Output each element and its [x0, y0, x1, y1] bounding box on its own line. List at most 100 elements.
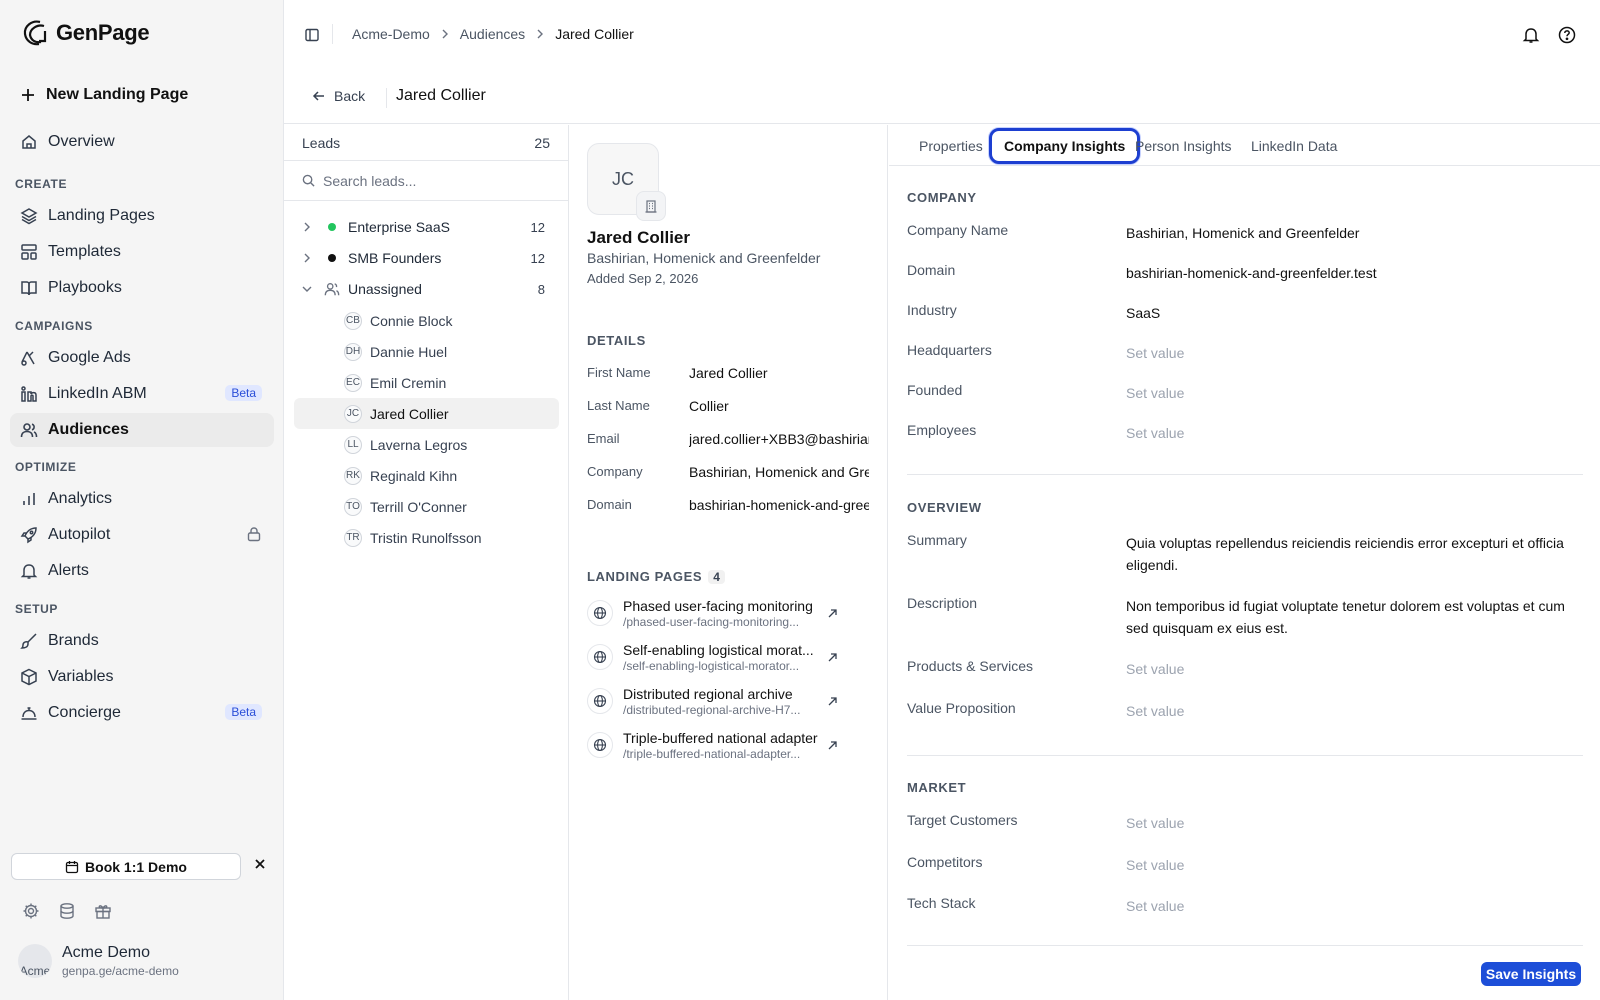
insight-value[interactable]: Set value: [1126, 422, 1576, 444]
detail-value[interactable]: Bashirian, Homenick and Greenfelder: [689, 464, 869, 480]
nav-autopilot[interactable]: Autopilot: [10, 518, 274, 552]
insight-value[interactable]: Set value: [1126, 812, 1576, 834]
insight-key: Domain: [907, 262, 956, 278]
nav-brands[interactable]: Brands: [10, 624, 274, 658]
status-dot: [328, 223, 336, 231]
external-link-icon[interactable]: [827, 740, 838, 751]
close-icon[interactable]: [254, 858, 266, 870]
help-icon[interactable]: [1558, 26, 1576, 44]
group-unassigned[interactable]: Unassigned 8: [294, 274, 559, 304]
app-logo[interactable]: GenPage: [20, 18, 150, 48]
market-heading: MARKET: [907, 780, 967, 795]
external-link-icon[interactable]: [827, 696, 838, 707]
gift-icon[interactable]: [94, 902, 112, 920]
breadcrumb-acme-demo[interactable]: Acme-Demo: [352, 26, 430, 42]
lead-item[interactable]: TR Tristin Runolfsson: [294, 522, 559, 553]
detail-value[interactable]: bashirian-homenick-and-greenfelder.test: [689, 497, 869, 513]
insight-key: Founded: [907, 382, 963, 398]
nav-audiences[interactable]: Audiences: [10, 413, 274, 447]
tab-person-insights[interactable]: Person Insights: [1123, 127, 1244, 165]
section-divider: [907, 755, 1583, 756]
details-heading: DETAILS: [587, 333, 646, 348]
nav-alerts[interactable]: Alerts: [10, 554, 274, 588]
database-icon[interactable]: [58, 902, 76, 920]
chevron-down-icon: [294, 284, 320, 294]
chevron-right-icon: [535, 29, 545, 39]
nav-analytics[interactable]: Analytics: [10, 482, 274, 516]
sidebar-toggle-icon[interactable]: [304, 27, 320, 43]
nav-linkedin-abm[interactable]: LinkedIn ABM Beta: [10, 377, 274, 411]
insight-key: Company Name: [907, 222, 1009, 238]
lead-item[interactable]: CB Connie Block: [294, 305, 559, 336]
detail-row: Last Name Collier: [587, 398, 887, 414]
nav-overview[interactable]: Overview: [10, 125, 274, 159]
lead-item[interactable]: RK Reginald Kihn: [294, 460, 559, 491]
breadcrumb-audiences[interactable]: Audiences: [460, 26, 525, 42]
tab-linkedin-data[interactable]: LinkedIn Data: [1239, 127, 1349, 165]
insight-value[interactable]: Set value: [1126, 382, 1576, 404]
insight-key: Tech Stack: [907, 895, 976, 911]
detail-row: First Name Jared Collier: [587, 365, 887, 381]
search-input[interactable]: Search leads...: [284, 161, 568, 201]
lead-item[interactable]: EC Emil Cremin: [294, 367, 559, 398]
insight-value[interactable]: Set value: [1126, 895, 1576, 917]
insight-value[interactable]: Set value: [1126, 342, 1576, 364]
user-account[interactable]: Acme Acme Demo genpa.ge/acme-demo: [18, 944, 179, 978]
nav-playbooks[interactable]: Playbooks: [10, 271, 274, 305]
chevron-right-icon: [294, 222, 320, 232]
landing-page-slug: /distributed-regional-archive-H7...: [623, 702, 801, 717]
external-link-icon[interactable]: [827, 652, 838, 663]
group-name: Enterprise SaaS: [348, 219, 450, 235]
brush-icon: [20, 632, 38, 650]
lead-item[interactable]: DH Dannie Huel: [294, 336, 559, 367]
detail-value[interactable]: Jared Collier: [689, 365, 869, 381]
nav-google-ads[interactable]: Google Ads: [10, 341, 274, 375]
nav-variables[interactable]: Variables: [10, 660, 274, 694]
group-smb-founders[interactable]: SMB Founders 12: [294, 243, 559, 273]
lead-name: Jared Collier: [370, 405, 449, 422]
nav-landing-pages[interactable]: Landing Pages: [10, 199, 274, 233]
lead-item[interactable]: LL Laverna Legros: [294, 429, 559, 460]
settings-gear-icon[interactable]: [22, 902, 40, 920]
landing-page-item[interactable]: Self-enabling logistical morat.../self-e…: [587, 637, 847, 677]
profile-name: Jared Collier: [587, 228, 690, 247]
profile-added-date: Added Sep 2, 2026: [587, 271, 699, 286]
lead-name: Emil Cremin: [370, 374, 447, 391]
detail-value[interactable]: jared.collier+XBB3@bashirian: [689, 431, 869, 447]
group-enterprise-saas[interactable]: Enterprise SaaS 12: [294, 212, 559, 242]
landing-page-item[interactable]: Phased user-facing monitoring/phased-use…: [587, 593, 847, 633]
profile-company: Bashirian, Homenick and Greenfelder: [587, 250, 821, 266]
insight-value[interactable]: SaaS: [1126, 302, 1576, 324]
save-insights-button[interactable]: Save Insights: [1481, 962, 1581, 986]
back-button[interactable]: Back: [312, 88, 365, 104]
landing-page-item[interactable]: Distributed regional archive/distributed…: [587, 681, 847, 721]
new-landing-page-label: New Landing Page: [46, 86, 189, 103]
insight-value[interactable]: Non temporibus id fugiat voluptate tenet…: [1126, 595, 1576, 639]
lead-item[interactable]: TO Terrill O'Conner: [294, 491, 559, 522]
detail-row: Domain bashirian-homenick-and-greenfelder…: [587, 497, 887, 513]
overview-heading: OVERVIEW: [907, 500, 982, 515]
concierge-bell-icon: [20, 704, 38, 722]
insight-value[interactable]: Set value: [1126, 700, 1576, 722]
new-landing-page-button[interactable]: New Landing Page: [20, 86, 188, 104]
insight-value[interactable]: Quia voluptas repellendus reiciendis rei…: [1126, 532, 1576, 576]
tab-company-insights[interactable]: Company Insights: [989, 128, 1141, 164]
tab-properties[interactable]: Properties: [907, 127, 995, 165]
external-link-icon[interactable]: [827, 608, 838, 619]
nav-concierge[interactable]: Concierge Beta: [10, 696, 274, 730]
insight-value[interactable]: Set value: [1126, 854, 1576, 876]
building-icon: [636, 191, 666, 221]
insight-value[interactable]: bashirian-homenick-and-greenfelder.test: [1126, 262, 1576, 284]
insight-value[interactable]: Bashirian, Homenick and Greenfelder: [1126, 222, 1576, 244]
book-demo-button[interactable]: Book 1:1 Demo: [11, 853, 241, 880]
search-icon: [302, 174, 315, 187]
detail-header: Back Jared Collier: [284, 78, 1600, 124]
notification-bell-icon[interactable]: [1522, 26, 1540, 44]
insight-value[interactable]: Set value: [1126, 658, 1576, 680]
landing-page-slug: /triple-buffered-national-adapter...: [623, 746, 801, 761]
lead-item-selected[interactable]: JC Jared Collier: [294, 398, 559, 429]
landing-page-item[interactable]: Triple-buffered national adapter/triple-…: [587, 725, 847, 765]
detail-row: Email jared.collier+XBB3@bashirian: [587, 431, 887, 447]
detail-value[interactable]: Collier: [689, 398, 869, 414]
nav-templates[interactable]: Templates: [10, 235, 274, 269]
